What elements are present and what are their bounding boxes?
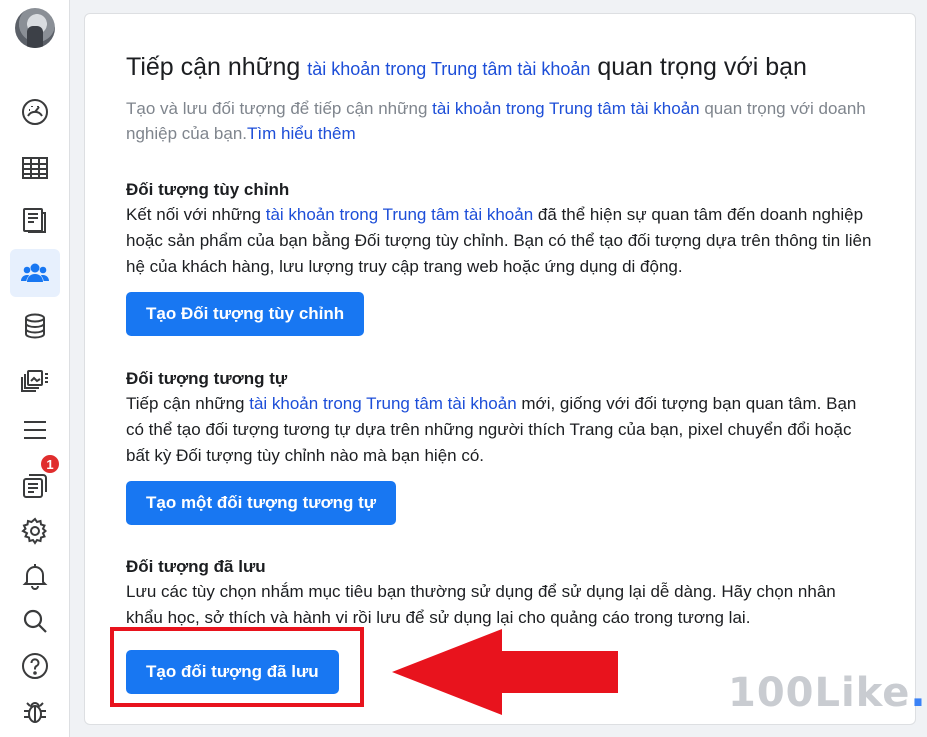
learn-more-link[interactable]: Tìm hiểu thêm xyxy=(247,124,356,143)
audience-icon[interactable] xyxy=(10,249,60,297)
main-panel: Tiếp cận những tài khoản trong Trung tâm… xyxy=(84,13,916,725)
create-lookalike-audience-button[interactable]: Tạo một đối tượng tương tự xyxy=(126,481,397,525)
subtitle-prefix: Tạo và lưu đối tượng để tiếp cận những xyxy=(126,99,433,118)
accounts-center-link[interactable]: tài khoản trong Trung tâm tài khoản xyxy=(249,394,516,413)
help-icon[interactable] xyxy=(10,642,60,690)
section-description: Lưu các tùy chọn nhắm mục tiêu bạn thườn… xyxy=(126,582,836,627)
watermark-dot: . xyxy=(910,670,927,716)
title-prefix: Tiếp cận những xyxy=(126,53,308,81)
red-arrow-icon xyxy=(392,629,618,715)
highlight-box xyxy=(110,627,364,707)
search-icon[interactable] xyxy=(10,597,60,645)
media-library-icon[interactable] xyxy=(10,354,60,402)
menu-icon[interactable] xyxy=(10,406,60,454)
bug-icon[interactable] xyxy=(10,688,60,736)
section-title: Đối tượng tương tự xyxy=(126,369,288,388)
dashboard-icon[interactable] xyxy=(10,88,60,136)
create-custom-audience-button[interactable]: Tạo Đối tượng tùy chỉnh xyxy=(126,292,365,336)
title-suffix: quan trọng với bạn xyxy=(590,53,807,81)
section-description: Kết nối với những tài khoản trong Trung … xyxy=(126,202,876,280)
notifications-icon[interactable]: 1 xyxy=(10,453,61,510)
pages-icon[interactable] xyxy=(10,196,60,244)
desc-prefix: Tiếp cận những xyxy=(126,394,250,413)
page-title: Tiếp cận những tài khoản trong Trung tâm… xyxy=(126,50,866,86)
section-description: Tiếp cận những tài khoản trong Trung tâm… xyxy=(126,391,876,469)
section-title: Đối tượng đã lưu xyxy=(126,557,266,576)
page-subtitle: Tạo và lưu đối tượng để tiếp cận những t… xyxy=(126,96,866,146)
desc-prefix: Kết nối với những xyxy=(126,205,266,224)
notification-badge: 1 xyxy=(39,453,61,475)
accounts-center-link[interactable]: tài khoản trong Trung tâm tài khoản xyxy=(432,99,699,118)
watermark-text: 100Like xyxy=(728,670,911,716)
table-icon[interactable] xyxy=(10,144,60,192)
accounts-center-link[interactable]: tài khoản trong Trung tâm tài khoản xyxy=(307,59,590,79)
custom-audience-section: Đối tượng tùy chỉnh Kết nối với những tà… xyxy=(126,178,876,336)
watermark: 100Like. xyxy=(728,670,927,716)
section-title: Đối tượng tùy chỉnh xyxy=(126,180,290,199)
database-icon[interactable] xyxy=(10,302,60,350)
settings-icon[interactable] xyxy=(10,507,60,555)
left-sidebar: 1 xyxy=(0,0,70,737)
accounts-center-link[interactable]: tài khoản trong Trung tâm tài khoản xyxy=(266,205,533,224)
bell-icon[interactable] xyxy=(10,552,60,600)
lookalike-audience-section: Đối tượng tương tự Tiếp cận những tài kh… xyxy=(126,367,876,525)
avatar[interactable] xyxy=(15,8,55,48)
